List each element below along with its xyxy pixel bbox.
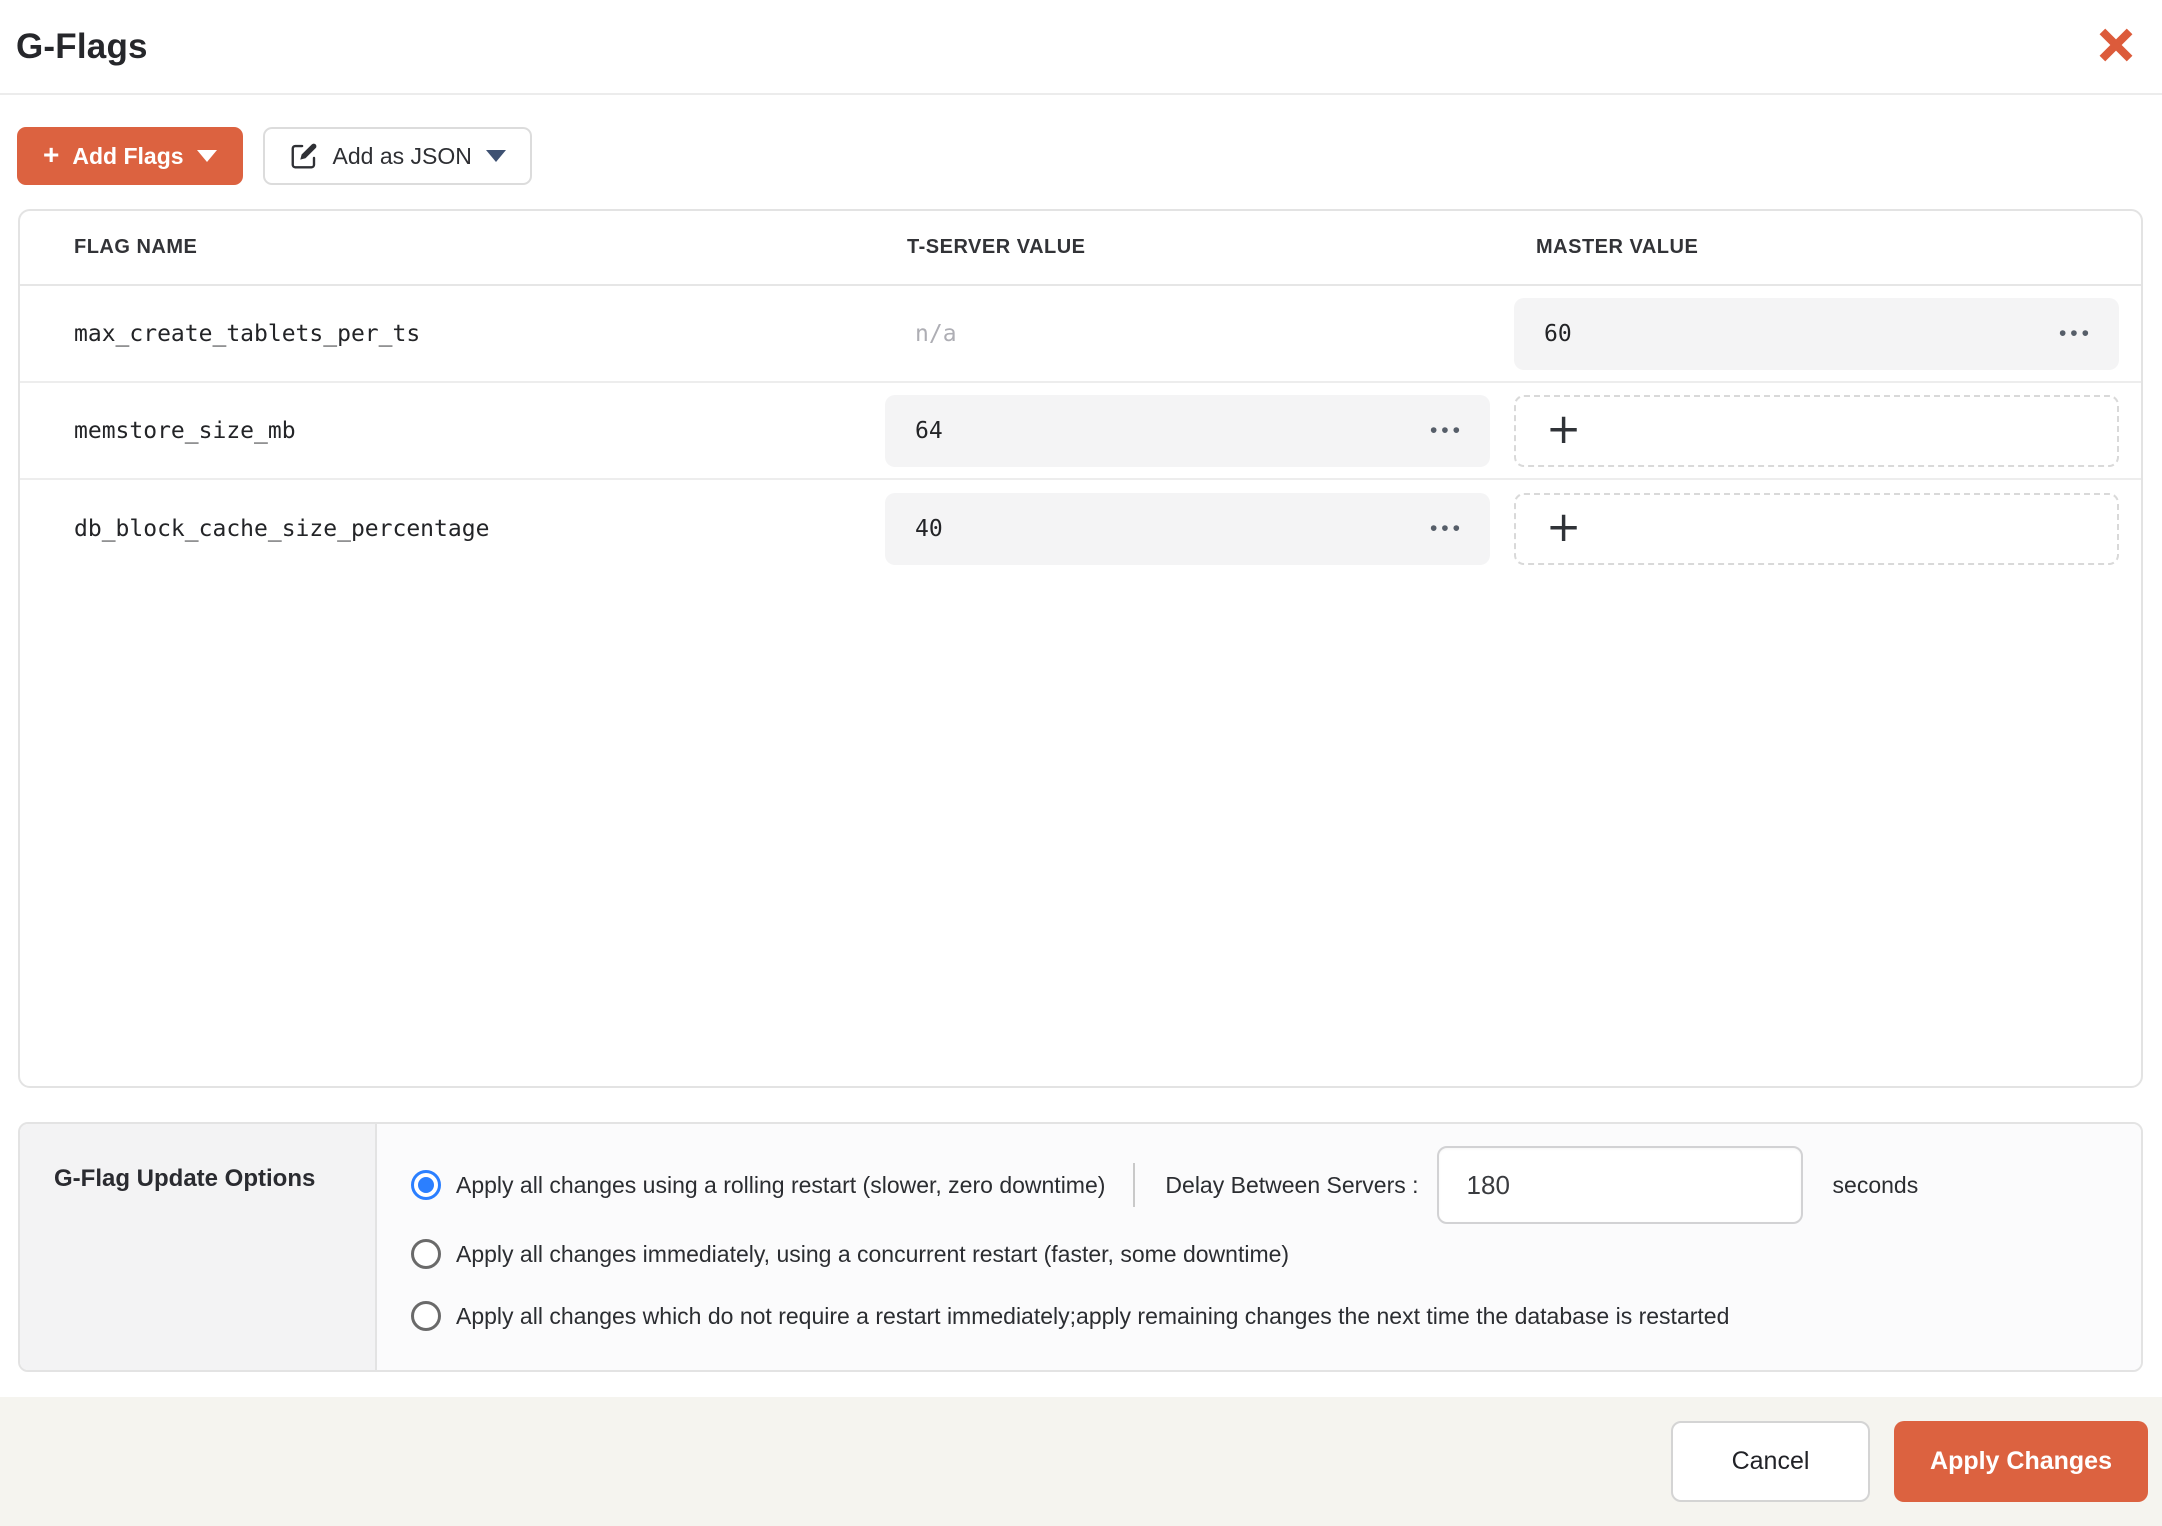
apply-changes-button[interactable]: Apply Changes bbox=[1894, 1421, 2148, 1502]
table-header-row: FLAG NAME T-SERVER VALUE MASTER VALUE bbox=[20, 211, 2141, 286]
more-options-icon[interactable]: ••• bbox=[1430, 420, 1464, 441]
page-title: G-Flags bbox=[16, 26, 148, 66]
table-row: memstore_size_mb 64 ••• + bbox=[20, 383, 2141, 480]
master-value: 60 bbox=[1544, 320, 1572, 347]
radio-label: Apply all changes immediately, using a c… bbox=[456, 1240, 1290, 1267]
seconds-label: seconds bbox=[1832, 1171, 1919, 1198]
add-flags-label: Add Flags bbox=[72, 142, 184, 169]
cancel-button[interactable]: Cancel bbox=[1671, 1421, 1871, 1502]
plus-icon: + bbox=[43, 139, 60, 170]
gflags-modal: G-Flags + Add Flags Add as JSON FLAG NAM… bbox=[0, 0, 2162, 1526]
tserver-value-na: n/a bbox=[915, 320, 957, 347]
chevron-down-icon bbox=[485, 150, 506, 162]
radio-option-no-restart[interactable]: Apply all changes which do not require a… bbox=[411, 1295, 2141, 1337]
chevron-down-icon bbox=[196, 150, 217, 162]
flags-table: FLAG NAME T-SERVER VALUE MASTER VALUE ma… bbox=[18, 209, 2143, 1088]
delay-seconds-input[interactable] bbox=[1436, 1146, 1803, 1224]
column-header-tserver-value: T-SERVER VALUE bbox=[907, 236, 1086, 258]
add-master-value-button[interactable]: + bbox=[1514, 492, 2119, 565]
radio-selected-icon[interactable] bbox=[411, 1170, 441, 1200]
options-label-cell: G-Flag Update Options bbox=[20, 1124, 377, 1370]
add-as-json-label: Add as JSON bbox=[332, 142, 472, 169]
toolbar: + Add Flags Add as JSON bbox=[0, 95, 2162, 185]
tserver-value: 40 bbox=[915, 515, 943, 542]
flag-name: memstore_size_mb bbox=[74, 417, 296, 444]
table-row: max_create_tablets_per_ts n/a 60 ••• bbox=[20, 286, 2141, 383]
tserver-value: 64 bbox=[915, 417, 943, 444]
more-options-icon[interactable]: ••• bbox=[2059, 323, 2093, 344]
modal-header: G-Flags bbox=[0, 0, 2162, 95]
add-master-value-button[interactable]: + bbox=[1514, 394, 2119, 467]
gflag-update-options-panel: G-Flag Update Options Apply all changes … bbox=[18, 1122, 2143, 1372]
master-value-field[interactable]: 60 ••• bbox=[1514, 297, 2119, 370]
radio-label: Apply all changes which do not require a… bbox=[456, 1302, 1730, 1329]
close-button[interactable] bbox=[2096, 27, 2136, 67]
table-row: db_block_cache_size_percentage 40 ••• + bbox=[20, 480, 2141, 577]
column-header-master-value: MASTER VALUE bbox=[1536, 236, 1699, 258]
delay-between-servers-label: Delay Between Servers : bbox=[1165, 1171, 1419, 1198]
vertical-divider bbox=[1133, 1163, 1136, 1207]
radio-icon[interactable] bbox=[411, 1301, 441, 1331]
flag-name: db_block_cache_size_percentage bbox=[74, 515, 490, 542]
add-as-json-button[interactable]: Add as JSON bbox=[262, 127, 532, 185]
flag-name: max_create_tablets_per_ts bbox=[74, 320, 421, 347]
edit-icon bbox=[289, 141, 319, 171]
radio-icon[interactable] bbox=[411, 1239, 441, 1269]
radio-option-concurrent-restart[interactable]: Apply all changes immediately, using a c… bbox=[411, 1233, 2141, 1275]
options-content: Apply all changes using a rolling restar… bbox=[377, 1124, 2141, 1370]
options-title: G-Flag Update Options bbox=[54, 1165, 316, 1192]
radio-label: Apply all changes using a rolling restar… bbox=[456, 1171, 1106, 1198]
tserver-value-field[interactable]: 64 ••• bbox=[885, 394, 1490, 467]
add-flags-button[interactable]: + Add Flags bbox=[17, 127, 243, 185]
modal-footer: Cancel Apply Changes bbox=[0, 1397, 2162, 1526]
more-options-icon[interactable]: ••• bbox=[1430, 518, 1464, 539]
close-icon bbox=[2099, 28, 2133, 65]
radio-option-rolling-restart[interactable]: Apply all changes using a rolling restar… bbox=[411, 1146, 2141, 1224]
tserver-value-field[interactable]: 40 ••• bbox=[885, 492, 1490, 565]
column-header-flag-name: FLAG NAME bbox=[74, 236, 198, 258]
